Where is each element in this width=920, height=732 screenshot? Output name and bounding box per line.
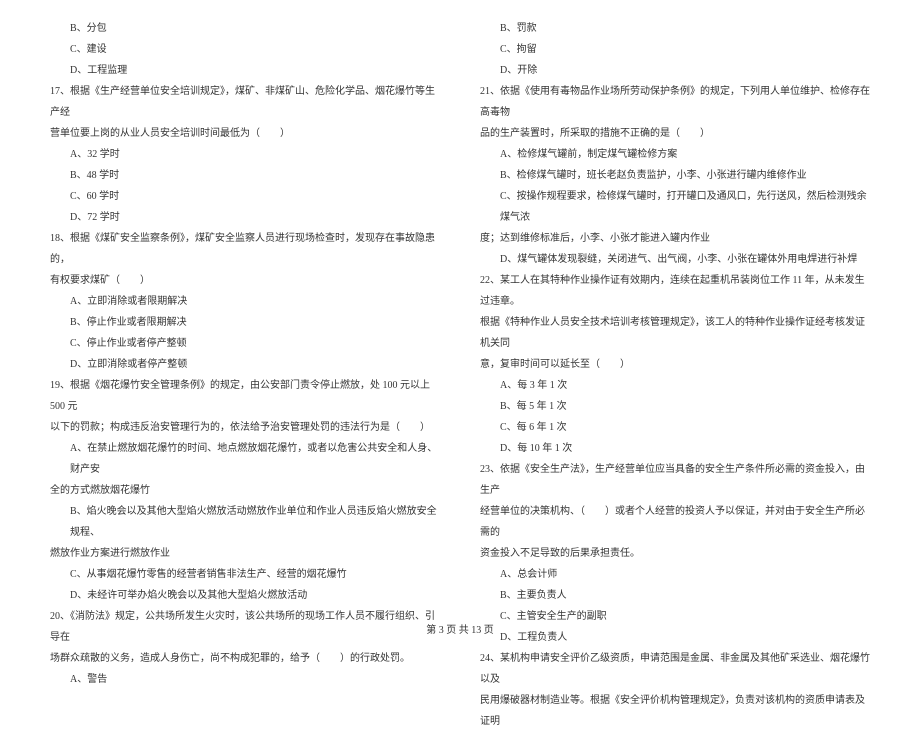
question-line: 经营单位的决策机构、（ ）或者个人经营的投资人予以保证，并对由于安全生产所必需的	[480, 501, 870, 543]
question-line: 场群众疏散的义务，造成人身伤亡，尚不构成犯罪的，给予（ ）的行政处罚。	[50, 648, 440, 669]
option-line: C、从事烟花爆竹零售的经营者销售非法生产、经营的烟花爆竹	[50, 564, 440, 585]
option-line: D、每 10 年 1 次	[480, 438, 870, 459]
option-line: A、警告	[50, 669, 440, 690]
question-line: 意，复审时间可以延长至（ ）	[480, 354, 870, 375]
question-line: 18、根据《煤矿安全监察条例》，煤矿安全监察人员进行现场检查时，发现存在事故隐患…	[50, 228, 440, 270]
option-line: B、焰火晚会以及其他大型焰火燃放活动燃放作业单位和作业人员违反焰火燃放安全规程、	[50, 501, 440, 543]
option-line: A、总会计师	[480, 564, 870, 585]
option-line: A、检修煤气罐前，制定煤气罐检修方案	[480, 144, 870, 165]
question-line: 17、根据《生产经营单位安全培训规定》，煤矿、非煤矿山、危险化学品、烟花爆竹等生…	[50, 81, 440, 123]
option-line: A、在禁止燃放烟花爆竹的时间、地点燃放烟花爆竹，或者以危害公共安全和人身、财产安	[50, 438, 440, 480]
option-line: D、72 学时	[50, 207, 440, 228]
option-line: C、建设	[50, 39, 440, 60]
option-cont-line: 燃放作业方案进行燃放作业	[50, 543, 440, 564]
question-line: 23、依据《安全生产法》，生产经营单位应当具备的安全生产条件所必需的资金投入，由…	[480, 459, 870, 501]
option-line: D、开除	[480, 60, 870, 81]
option-cont-line: 全的方式燃放烟花爆竹	[50, 480, 440, 501]
option-line: B、分包	[50, 18, 440, 39]
option-line: B、罚款	[480, 18, 870, 39]
option-line: B、停止作业或者限期解决	[50, 312, 440, 333]
option-line: B、48 学时	[50, 165, 440, 186]
question-line: 民用爆破器材制造业等。根据《安全评价机构管理规定》，负责对该机构的资质申请表及证…	[480, 690, 870, 732]
question-line: 营单位要上岗的从业人员安全培训时间最低为（ ）	[50, 123, 440, 144]
option-line: D、立即消除或者停产整顿	[50, 354, 440, 375]
question-line: 有权要求煤矿（ ）	[50, 270, 440, 291]
question-line: 21、依据《使用有毒物品作业场所劳动保护条例》的规定，下列用人单位维护、检修存在…	[480, 81, 870, 123]
option-line: D、煤气罐体发现裂缝，关闭进气、出气阀，小李、小张在罐体外用电焊进行补焊	[480, 249, 870, 270]
option-line: C、拘留	[480, 39, 870, 60]
option-line: C、停止作业或者停产整顿	[50, 333, 440, 354]
question-line: 19、根据《烟花爆竹安全管理条例》的规定，由公安部门责令停止燃放，处 100 元…	[50, 375, 440, 417]
question-line: 根据《特种作业人员安全技术培训考核管理规定》，该工人的特种作业操作证经考核发证机…	[480, 312, 870, 354]
option-line: B、检修煤气罐时，班长老赵负责监护，小李、小张进行罐内维修作业	[480, 165, 870, 186]
question-line: 22、某工人在其特种作业操作证有效期内，连续在起重机吊装岗位工作 11 年，从未…	[480, 270, 870, 312]
question-line: 品的生产装置时，所采取的措施不正确的是（ ）	[480, 123, 870, 144]
question-line: 资金投入不足导致的后果承担责任。	[480, 543, 870, 564]
question-line: 24、某机构申请安全评价乙级资质，申请范围是金属、非金属及其他矿采选业、烟花爆竹…	[480, 648, 870, 690]
option-line: D、未经许可举办焰火晚会以及其他大型焰火燃放活动	[50, 585, 440, 606]
option-cont-line: 度；达到维修标准后，小李、小张才能进入罐内作业	[480, 228, 870, 249]
option-line: C、60 学时	[50, 186, 440, 207]
option-line: D、工程监理	[50, 60, 440, 81]
page-footer: 第 3 页 共 13 页	[0, 621, 920, 636]
question-line: 以下的罚款；构成违反治安管理行为的，依法给予治安管理处罚的违法行为是（ ）	[50, 417, 440, 438]
option-line: C、按操作规程要求，检修煤气罐时，打开罐口及通风口，先行送风，然后检测残余煤气浓	[480, 186, 870, 228]
option-line: C、每 6 年 1 次	[480, 417, 870, 438]
option-line: A、立即消除或者限期解决	[50, 291, 440, 312]
option-line: A、每 3 年 1 次	[480, 375, 870, 396]
option-line: A、32 学时	[50, 144, 440, 165]
option-line: B、每 5 年 1 次	[480, 396, 870, 417]
option-line: B、主要负责人	[480, 585, 870, 606]
